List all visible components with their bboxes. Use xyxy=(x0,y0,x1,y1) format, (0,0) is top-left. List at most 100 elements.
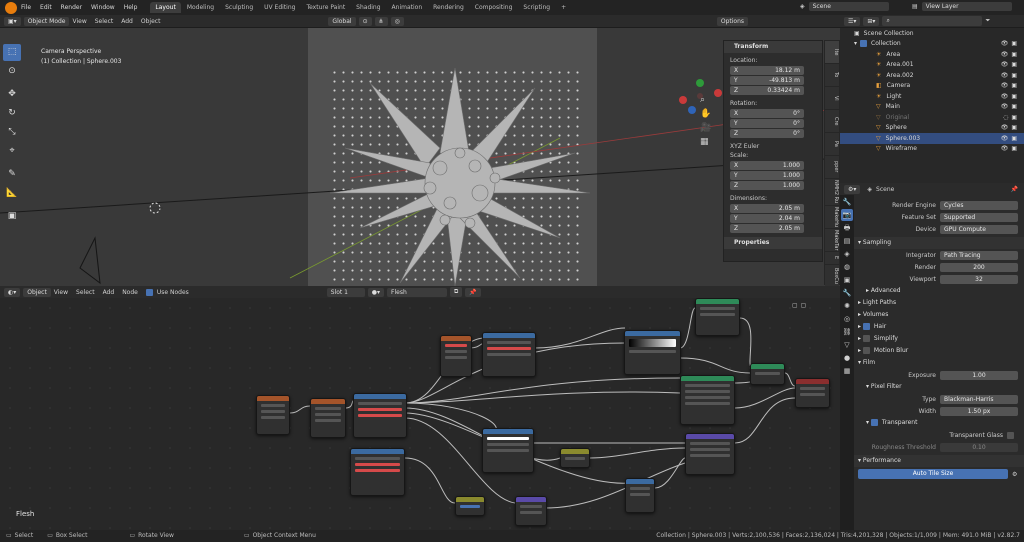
visibility-toggle-icons[interactable]: 👁▣ xyxy=(1001,61,1020,68)
tab-rendering[interactable]: Rendering xyxy=(428,2,469,13)
scale-x-field[interactable]: X 1.000 xyxy=(730,161,804,170)
dimension-x-field[interactable]: X 2.05 m xyxy=(730,204,804,213)
light-paths-panel-header[interactable]: ▸ Light Paths xyxy=(840,297,1024,309)
object-props-icon[interactable]: ▣ xyxy=(841,274,853,286)
menu-window[interactable]: Window xyxy=(91,4,115,11)
simplify-checkbox[interactable] xyxy=(862,335,870,342)
node-principled-bsdf[interactable] xyxy=(680,375,735,425)
filter-width-field[interactable]: 1.50 px xyxy=(940,406,1018,416)
visibility-toggle-icons[interactable]: 👁▣ xyxy=(1001,40,1020,47)
tool-props-icon[interactable]: 🔧 xyxy=(841,196,853,208)
physics-props-icon[interactable]: ◎ xyxy=(841,313,853,325)
world-props-icon[interactable]: ◍ xyxy=(841,261,853,273)
material-browse-icon[interactable]: ●▾ xyxy=(367,287,385,297)
integrator-dropdown[interactable]: Path Tracing xyxy=(940,250,1018,260)
exposure-field[interactable]: 1.00 xyxy=(940,370,1018,380)
outliner-item[interactable]: ◧ Camera 👁▣ xyxy=(840,81,1024,92)
volumes-panel-header[interactable]: ▸ Volumes xyxy=(840,309,1024,321)
tab-texture-paint[interactable]: Texture Paint xyxy=(301,2,350,13)
settings-gear-icon[interactable]: ⚙ xyxy=(1012,471,1017,478)
zoom-icon[interactable]: ⌕ xyxy=(700,93,722,107)
transparent-subpanel-header[interactable]: ▾ Transparent xyxy=(840,417,1024,429)
visibility-toggle-icons[interactable]: 👁▣ xyxy=(1001,103,1020,110)
node-menu-view[interactable]: View xyxy=(54,289,68,296)
ortho-toggle-icon[interactable]: ▦ xyxy=(700,135,722,149)
visibility-toggle-icons[interactable]: 👁▣ xyxy=(1001,51,1020,58)
npanel-tab-pper[interactable]: pper xyxy=(825,156,839,178)
location-y-field[interactable]: Y -49.813 m xyxy=(730,76,804,85)
visibility-toggle-icons[interactable]: 👁▣ xyxy=(1001,124,1020,131)
add-cube-tool-icon[interactable]: ▣ xyxy=(3,208,21,225)
data-props-icon[interactable]: ▽ xyxy=(841,339,853,351)
object-type-dropdown[interactable]: Object xyxy=(23,287,51,297)
tab-uv-editing[interactable]: UV Editing xyxy=(259,2,300,13)
camera-view-icon[interactable]: 🎥 xyxy=(700,121,722,135)
npanel-tab-e[interactable]: E xyxy=(825,252,839,264)
node-color-ramp-3[interactable] xyxy=(482,332,536,377)
feature-set-dropdown[interactable]: Supported xyxy=(940,212,1018,222)
annotate-tool-icon[interactable]: ✎ xyxy=(3,166,21,183)
node-mix-shader[interactable] xyxy=(750,363,785,385)
tab-animation[interactable]: Animation xyxy=(387,2,428,13)
transparent-checkbox[interactable] xyxy=(870,419,878,426)
tab-compositing[interactable]: Compositing xyxy=(470,2,518,13)
simplify-panel-header[interactable]: ▸ Simplify xyxy=(840,333,1024,345)
collection-row[interactable]: ▾ Collection 👁▣ xyxy=(840,39,1024,50)
npanel-tab-maketarget[interactable]: MakeTar xyxy=(825,229,839,251)
filter-type-dropdown[interactable]: Blackman-Harris xyxy=(940,394,1018,404)
dimension-z-field[interactable]: Z 2.05 m xyxy=(730,224,804,233)
node-math[interactable] xyxy=(560,448,590,468)
material-duplicate-icon[interactable]: ⧉ xyxy=(450,287,463,297)
viewport-menu-add[interactable]: Add xyxy=(121,18,133,25)
film-panel-header[interactable]: ▾ Film xyxy=(840,357,1024,369)
pan-icon[interactable]: ✋ xyxy=(700,107,722,121)
blender-logo-icon[interactable] xyxy=(5,1,17,14)
node-menu-select[interactable]: Select xyxy=(76,289,95,296)
outliner-item[interactable]: ▽ Main 👁▣ xyxy=(840,102,1024,113)
snap-icon[interactable]: ⋔ xyxy=(374,16,388,26)
texture-props-icon[interactable]: ▦ xyxy=(841,365,853,377)
material-props-icon[interactable]: ● xyxy=(841,352,853,364)
scale-tool-icon[interactable]: ⤡ xyxy=(3,124,21,141)
constraint-props-icon[interactable]: ⛓ xyxy=(841,326,853,338)
viewport-menu-select[interactable]: Select xyxy=(95,18,114,25)
options-dropdown[interactable]: Options xyxy=(716,16,749,26)
editor-type-icon[interactable]: ▣▾ xyxy=(4,16,21,26)
scale-z-field[interactable]: Z 1.000 xyxy=(730,181,804,190)
transform-panel-title[interactable]: Transform xyxy=(724,41,822,53)
collection-checkbox[interactable] xyxy=(860,40,868,48)
output-props-icon[interactable]: 🖶 xyxy=(841,222,853,234)
node-menu-add[interactable]: Add xyxy=(103,289,115,296)
measure-tool-icon[interactable]: 📐 xyxy=(3,185,21,202)
properties-type-icon[interactable]: ⚙▾ xyxy=(844,184,861,194)
scene-selector[interactable]: ◈ Scene xyxy=(800,2,892,11)
device-dropdown[interactable]: GPU Compute xyxy=(940,224,1018,234)
use-nodes-checkbox[interactable] xyxy=(145,288,153,296)
outliner-item[interactable]: ▽ Sphere 👁▣ xyxy=(840,123,1024,134)
node-color-ramp-2[interactable] xyxy=(350,448,405,496)
view-layer-field[interactable]: View Layer xyxy=(921,2,1012,11)
visibility-toggle-icons[interactable]: 👁▣ xyxy=(1001,82,1020,89)
sampling-panel-header[interactable]: ▾ Sampling xyxy=(840,237,1024,249)
node-mapping[interactable] xyxy=(310,398,346,438)
node-output-group[interactable] xyxy=(695,298,740,336)
pixel-filter-subpanel-header[interactable]: ▾ Pixel Filter xyxy=(840,381,1024,393)
node-editor-type-icon[interactable]: ◐▾ xyxy=(4,287,21,297)
node-vector-math[interactable] xyxy=(625,478,655,513)
scene-collection-row[interactable]: ▣ Scene Collection xyxy=(840,28,1024,39)
slot-dropdown[interactable]: Slot 1 xyxy=(326,287,365,297)
viewport-samples-field[interactable]: 32 xyxy=(940,274,1018,284)
dimension-y-field[interactable]: Y 2.04 m xyxy=(730,214,804,223)
npanel-tab-item[interactable]: Ite xyxy=(825,41,839,63)
outliner-item[interactable]: ▽ Original ◌▣ xyxy=(840,112,1024,123)
visibility-toggle-icons[interactable]: 👁▣ xyxy=(1001,72,1020,79)
advanced-subpanel-header[interactable]: ▸ Advanced xyxy=(840,285,1024,297)
node-input-group[interactable] xyxy=(440,335,472,377)
npanel-tab-create[interactable]: Cre xyxy=(825,110,839,132)
particle-props-icon[interactable]: ✺ xyxy=(841,300,853,312)
pin-icon[interactable]: 📌 xyxy=(1011,186,1018,193)
node-bump[interactable] xyxy=(685,433,735,475)
rotation-x-field[interactable]: X 0° xyxy=(730,109,804,118)
node-material-output[interactable] xyxy=(795,378,830,408)
rotation-z-field[interactable]: Z 0° xyxy=(730,129,804,138)
